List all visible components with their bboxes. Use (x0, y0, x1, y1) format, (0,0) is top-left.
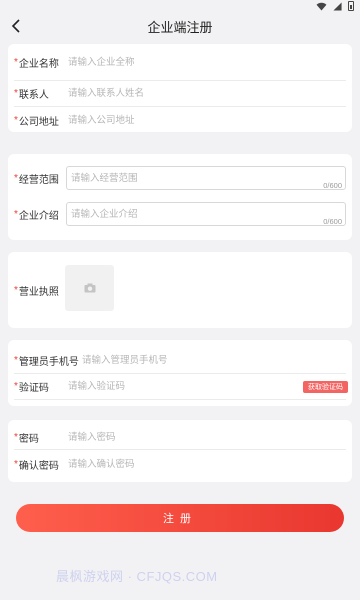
admin-phone-input[interactable] (82, 352, 346, 369)
required-mark: * (14, 114, 18, 126)
code-row: * 验证码 (14, 374, 346, 400)
address-input[interactable] (68, 112, 346, 128)
required-mark: * (14, 432, 18, 443)
password-row: * 密码 (14, 426, 346, 450)
code-label: 验证码 (18, 383, 49, 394)
camera-icon (84, 283, 95, 293)
admin-phone-label: 管理员手机号 (18, 357, 79, 368)
company-name-row: * 企业名称 (14, 44, 346, 81)
company-name-label: 企业名称 (18, 58, 59, 70)
address-row: * 公司地址 (14, 107, 346, 133)
required-mark: * (14, 208, 18, 220)
status-bar (0, 0, 360, 14)
chevron-left-icon (11, 19, 20, 33)
scope-textarea[interactable] (67, 167, 345, 185)
confirm-password-label: 确认密码 (18, 460, 59, 472)
required-mark: * (14, 355, 18, 366)
license-upload[interactable] (65, 265, 114, 311)
page-title: 企业端注册 (147, 19, 213, 35)
password-input[interactable] (68, 429, 346, 446)
back-button[interactable] (6, 16, 26, 36)
required-mark: * (14, 284, 18, 296)
password-label: 密码 (18, 434, 39, 445)
required-mark: * (14, 381, 18, 392)
register-button[interactable]: 注册 (16, 504, 344, 532)
password-card: * 密码 * 确认密码 (8, 420, 352, 482)
intro-counter: 0/600 (323, 217, 342, 226)
license-label: 营业执照 (18, 286, 59, 298)
required-mark: * (14, 458, 18, 470)
contact-row: * 联系人 (14, 81, 346, 107)
required-mark: * (14, 56, 18, 68)
battery-icon (348, 1, 354, 11)
confirm-password-input[interactable] (68, 456, 346, 472)
address-label: 公司地址 (18, 116, 59, 128)
required-mark: * (14, 88, 18, 99)
scope-field: 0/600 (66, 166, 346, 190)
get-code-button[interactable]: 获取验证码 (303, 381, 348, 393)
app-header: 企业端注册 (0, 14, 360, 38)
contact-input[interactable] (68, 85, 346, 102)
license-card: * 营业执照 (8, 252, 352, 328)
phone-card: *管理员手机号 *验证码 获取验证码 (8, 340, 352, 406)
admin-phone-row: * 管理员手机号 (14, 348, 346, 374)
basic-info-card: *企业名称 *联系人 *公司地址 (8, 44, 352, 132)
scope-label: 经营范围 (18, 174, 59, 186)
wifi-icon (316, 2, 327, 11)
business-card: *经营范围 0/600 *企业介绍 0/600 (8, 154, 352, 240)
contact-label: 联系人 (18, 90, 49, 101)
required-mark: * (14, 172, 18, 184)
intro-textarea[interactable] (67, 203, 345, 221)
scope-counter: 0/600 (323, 181, 342, 190)
intro-field: 0/600 (66, 202, 346, 226)
signal-icon (333, 1, 342, 11)
company-name-input[interactable] (68, 54, 346, 70)
license-row: * 营业执照 (14, 280, 346, 300)
watermark: 晨枫游戏网 · CFJQS.COM (56, 569, 218, 584)
confirm-password-row: * 确认密码 (14, 452, 346, 476)
intro-label: 企业介绍 (18, 210, 59, 222)
